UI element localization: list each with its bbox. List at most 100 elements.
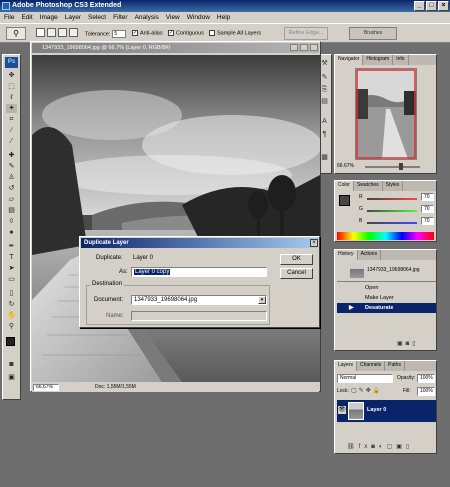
tab-swatches[interactable]: Swatches — [354, 181, 383, 191]
brush-tool-icon[interactable]: ✎ — [6, 162, 17, 171]
zoom-level-input[interactable]: 66,67% — [33, 384, 59, 391]
history-item-desaturate[interactable]: ▶ Desaturate — [337, 303, 436, 313]
marquee-tool-icon[interactable]: ⬚ — [6, 82, 17, 91]
sample-all-layers-option[interactable]: Sample All Layers — [209, 30, 261, 36]
blue-channel-slider[interactable] — [367, 222, 417, 224]
close-button[interactable]: × — [438, 1, 449, 11]
cancel-button[interactable]: Cancel — [280, 268, 313, 279]
foreground-color-swatch[interactable] — [6, 337, 15, 346]
menu-filter[interactable]: Filter — [113, 14, 127, 21]
history-item-make-layer[interactable]: Make Layer — [337, 293, 436, 303]
layers-footer-icons[interactable]: ⛓fx◙◐▢▣▯ — [347, 443, 413, 450]
add-to-selection-icon[interactable] — [47, 28, 56, 37]
brushes-panel-well[interactable]: Brushes — [349, 27, 397, 40]
clone-stamp-tool-icon[interactable]: ♙ — [6, 173, 17, 182]
document-size-info[interactable]: Doc: 1,55M/1,55M — [95, 383, 136, 392]
document-close-button[interactable] — [310, 44, 318, 51]
navigator-zoom-value[interactable]: 66.67% — [337, 163, 354, 169]
eyedropper-tool-icon[interactable]: ⁄ — [6, 137, 17, 146]
hand-tool-icon[interactable]: ✋ — [6, 311, 17, 320]
anti-alias-option[interactable]: ✓ Anti-alias — [132, 30, 163, 36]
document-title-bar[interactable]: 1347933_19698064.jpg @ 66,7% (Layer 0, R… — [32, 43, 319, 53]
green-channel-value[interactable]: 70 — [421, 205, 434, 213]
intersect-selection-icon[interactable] — [69, 28, 78, 37]
tab-navigator[interactable]: Navigator — [335, 55, 364, 65]
navigator-zoom-slider[interactable] — [365, 166, 420, 168]
menu-image[interactable]: Image — [40, 14, 58, 21]
healing-brush-tool-icon[interactable]: ✚ — [6, 151, 17, 160]
eraser-tool-icon[interactable]: ▱ — [6, 195, 17, 204]
history-brush-tool-icon[interactable]: ↺ — [6, 184, 17, 193]
zoom-tool-icon[interactable]: ⚲ — [6, 322, 17, 331]
green-channel-slider[interactable] — [367, 210, 417, 212]
photoshop-logo[interactable]: Ps — [5, 57, 18, 68]
minimize-button[interactable]: _ — [414, 1, 425, 11]
blend-mode-select[interactable]: Normal — [337, 374, 393, 383]
destination-name-input[interactable] — [131, 311, 267, 321]
menu-select[interactable]: Select — [88, 14, 106, 21]
move-tool-icon[interactable]: ✥ — [6, 71, 17, 80]
opacity-input[interactable]: 100% — [417, 374, 435, 383]
navigator-thumbnail[interactable] — [355, 68, 417, 160]
pen-tool-icon[interactable]: ✒ — [6, 242, 17, 251]
tab-histogram[interactable]: Histogram — [363, 55, 394, 65]
anti-alias-checkbox[interactable]: ✓ — [132, 30, 138, 36]
history-footer-icons[interactable]: ▣◙▯ — [397, 340, 419, 347]
history-item-open[interactable]: Open — [337, 283, 436, 293]
red-channel-value[interactable]: 70 — [421, 193, 434, 201]
navigator-zoom-handle[interactable] — [399, 163, 403, 170]
3d-rotate-tool-icon[interactable]: ↻ — [6, 300, 17, 309]
tab-paths[interactable]: Paths — [385, 361, 405, 371]
lock-icons[interactable]: ▢✎✥🔒 — [351, 387, 382, 394]
new-selection-icon[interactable] — [36, 28, 45, 37]
blue-channel-value[interactable]: 70 — [421, 217, 434, 225]
new-layer-name-input[interactable]: Layer 0 copy — [131, 267, 267, 277]
tab-actions[interactable]: Actions — [358, 250, 381, 260]
contiguous-option[interactable]: ✓ Contiguous — [168, 30, 204, 36]
shape-tool-icon[interactable]: ▭ — [6, 275, 17, 284]
magic-wand-tool-icon[interactable]: ✦ — [6, 104, 17, 113]
tolerance-input[interactable]: 5 — [112, 30, 127, 38]
layer-name[interactable]: Layer 0 — [367, 407, 386, 413]
tab-color[interactable]: Color — [335, 181, 354, 191]
color-foreground-swatch[interactable] — [339, 195, 350, 206]
notes-tool-icon[interactable]: ▯ — [6, 289, 17, 298]
subtract-from-selection-icon[interactable] — [58, 28, 67, 37]
menu-file[interactable]: File — [4, 14, 14, 21]
slice-tool-icon[interactable]: ∕ — [6, 126, 17, 135]
fill-input[interactable]: 100% — [417, 387, 435, 396]
dialog-close-icon[interactable]: × — [310, 239, 318, 247]
blur-tool-icon[interactable]: ◊ — [6, 217, 17, 226]
red-channel-slider[interactable] — [367, 198, 417, 200]
path-selection-tool-icon[interactable]: ➤ — [6, 264, 17, 273]
document-maximize-button[interactable] — [300, 44, 308, 51]
gradient-tool-icon[interactable]: ▤ — [6, 206, 17, 215]
contiguous-checkbox[interactable]: ✓ — [168, 30, 174, 36]
color-ramp[interactable] — [337, 232, 434, 240]
tab-history[interactable]: History — [335, 250, 358, 260]
history-snapshot[interactable]: 1347933_19698064.jpg — [337, 262, 436, 280]
maximize-button[interactable]: □ — [426, 1, 437, 11]
ok-button[interactable]: OK — [280, 254, 313, 265]
refine-edge-button[interactable]: Refine Edge... — [284, 27, 328, 40]
layer-visibility-eye-icon[interactable]: 👁 — [338, 406, 346, 414]
menu-window[interactable]: Window — [187, 14, 210, 21]
document-dropdown-arrow-icon[interactable]: ▾ — [258, 296, 266, 304]
sample-all-layers-checkbox[interactable] — [209, 30, 215, 36]
document-minimize-button[interactable] — [290, 44, 298, 51]
magic-wand-tool-preset[interactable]: ⚲ — [6, 27, 26, 40]
quick-mask-icon[interactable]: ◙ — [6, 360, 17, 369]
tab-styles[interactable]: Styles — [383, 181, 404, 191]
destination-document-select[interactable]: 1347933_19698064.jpg — [131, 295, 267, 305]
menu-help[interactable]: Help — [217, 14, 230, 21]
lasso-tool-icon[interactable]: ℓ — [6, 93, 17, 102]
layer-row[interactable]: 👁 Layer 0 — [337, 400, 436, 422]
dodge-tool-icon[interactable]: ● — [6, 228, 17, 237]
menu-edit[interactable]: Edit — [21, 14, 32, 21]
menu-layer[interactable]: Layer — [65, 14, 81, 21]
type-tool-icon[interactable]: T — [6, 253, 17, 262]
menu-analysis[interactable]: Analysis — [135, 14, 159, 21]
crop-tool-icon[interactable]: ⌗ — [6, 115, 17, 124]
screen-mode-icon[interactable]: ▣ — [6, 373, 17, 382]
tab-info[interactable]: Info — [393, 55, 409, 65]
